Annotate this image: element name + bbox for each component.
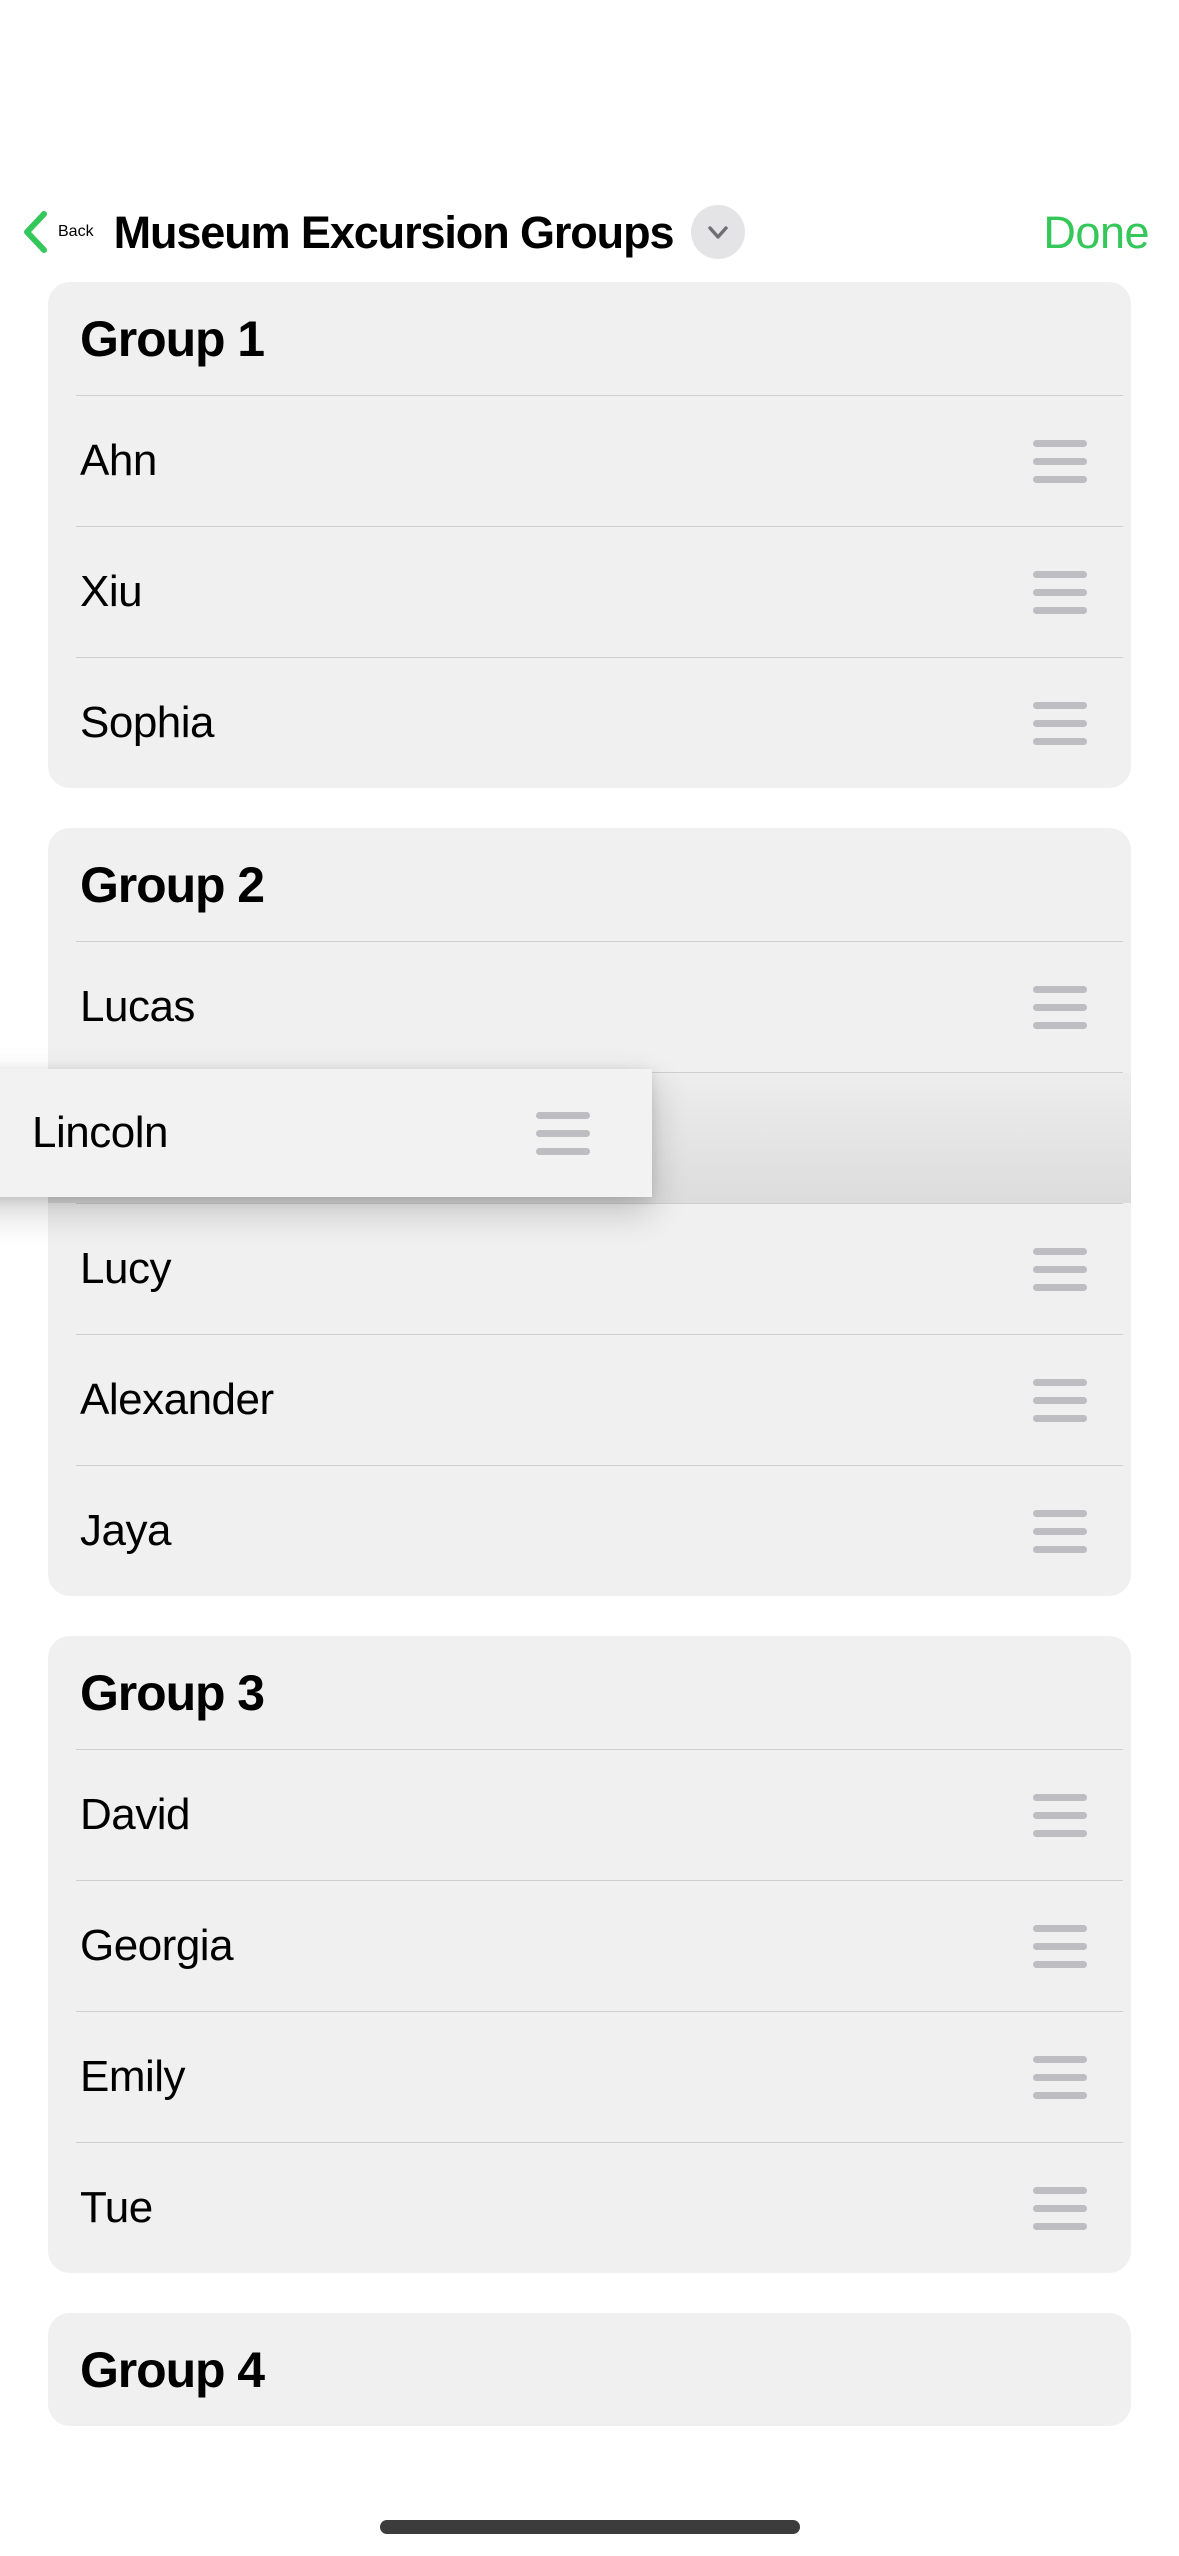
dragging-member-row[interactable]: Lincoln [0,1069,652,1197]
group-card: Group 2 Lucas Lucy Alexander Jaya [48,828,1131,1596]
group-card: Group 4 [48,2313,1131,2426]
drag-handle-icon[interactable] [1033,986,1087,1029]
member-name: Sophia [80,701,214,745]
group-title: Group 2 [48,828,1131,941]
chevron-left-icon [22,210,48,254]
drag-handle-icon[interactable] [1033,2187,1087,2230]
group-card: Group 1 Ahn Xiu Sophia [48,282,1131,788]
drag-handle-icon[interactable] [536,1112,590,1155]
member-name: Jaya [80,1509,171,1553]
member-row[interactable]: Jaya [48,1466,1131,1596]
member-name: Lucy [80,1247,171,1291]
member-name: Xiu [80,570,142,614]
member-row[interactable]: Georgia [48,1881,1131,2011]
page-title: Museum Excursion Groups [114,210,674,255]
member-name: David [80,1793,190,1837]
member-row[interactable]: Xiu [48,527,1131,657]
home-indicator [380,2520,800,2534]
back-button[interactable]: Back [22,210,94,254]
member-name: Tue [80,2186,153,2230]
member-name: Alexander [80,1378,274,1422]
member-name: Georgia [80,1924,233,1968]
member-row[interactable]: Emily [48,2012,1131,2142]
member-row[interactable]: Ahn [48,396,1131,526]
drag-handle-icon[interactable] [1033,1925,1087,1968]
drag-handle-icon[interactable] [1033,1510,1087,1553]
done-button[interactable]: Done [1043,210,1155,255]
drag-handle-icon[interactable] [1033,440,1087,483]
chevron-down-icon [704,218,732,246]
navigation-bar: Back Museum Excursion Groups Done [0,182,1179,282]
member-row[interactable]: Lucas [48,942,1131,1072]
group-title: Group 3 [48,1636,1131,1749]
member-row[interactable]: Sophia [48,658,1131,788]
group-card: Group 3 David Georgia Emily Tue [48,1636,1131,2273]
back-button-label: Back [58,223,94,241]
drag-handle-icon[interactable] [1033,1379,1087,1422]
member-name: Lincoln [32,1111,168,1155]
group-title: Group 1 [48,282,1131,395]
drag-handle-icon[interactable] [1033,1248,1087,1291]
member-row[interactable]: Tue [48,2143,1131,2273]
member-name: Lucas [80,985,195,1029]
app-screen: Back Museum Excursion Groups Done Group … [0,0,1179,2556]
groups-list[interactable]: Group 1 Ahn Xiu Sophia Group 2 Lucas Lucy Alexa… [0,282,1179,2426]
member-row[interactable]: Lucy [48,1204,1131,1334]
drag-handle-icon[interactable] [1033,702,1087,745]
drag-handle-icon[interactable] [1033,571,1087,614]
drag-handle-icon[interactable] [1033,2056,1087,2099]
title-menu-button[interactable] [691,205,745,259]
member-row[interactable]: David [48,1750,1131,1880]
status-bar [0,0,1179,182]
member-name: Emily [80,2055,185,2099]
drag-handle-icon[interactable] [1033,1794,1087,1837]
member-name: Ahn [80,439,157,483]
group-title: Group 4 [48,2313,1131,2426]
member-row[interactable]: Alexander [48,1335,1131,1465]
